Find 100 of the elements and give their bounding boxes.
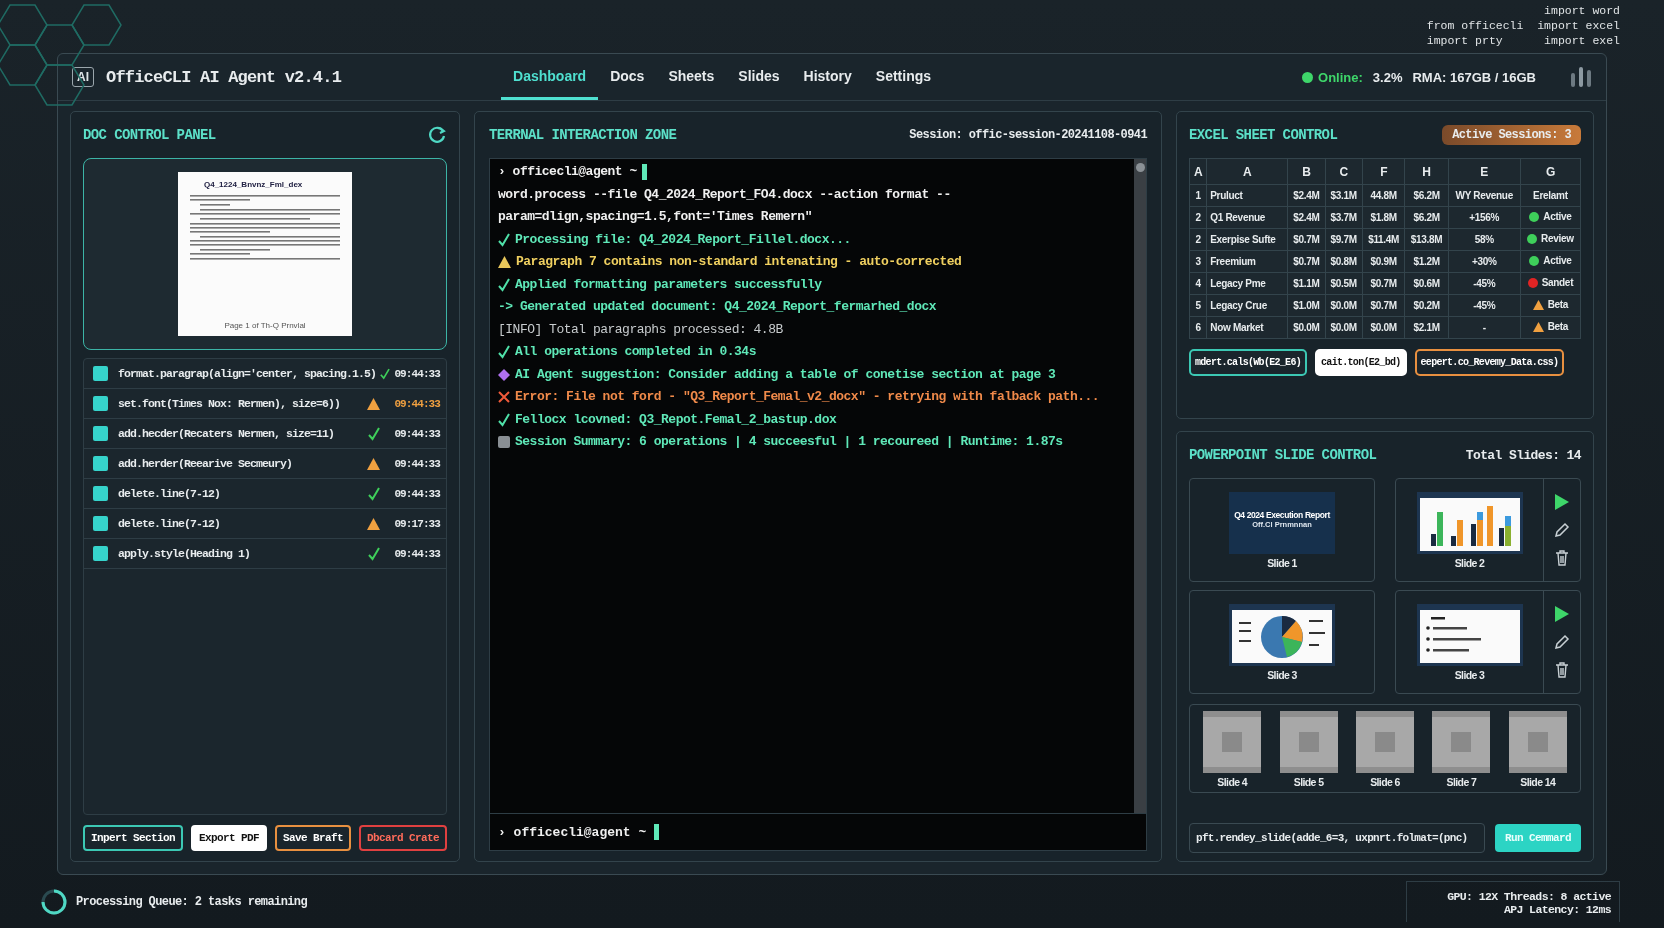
slide-label: Slide 6 (1370, 776, 1400, 788)
operation-time: 09:44:33 (393, 487, 440, 500)
queue-status: Processing Queue: 2 tasks remaining (76, 894, 308, 909)
table-cell: $0.5M (1325, 272, 1363, 295)
status-label: Sandet (1541, 277, 1574, 289)
terminal-line: Processing file: Q4_2024_Report_Fillel.docx... (515, 230, 851, 249)
operation-time: 09:44:33 (393, 397, 440, 410)
nav-tab[interactable]: Docs (598, 54, 657, 100)
table-cell: 5 (1189, 294, 1207, 317)
text-cursor (641, 164, 647, 181)
operation-time: 09:44:33 (393, 547, 440, 560)
operation-time: 09:17:33 (393, 517, 440, 530)
table-cell: $0.0M (1325, 316, 1363, 339)
terminal-line: Fellocx lcovned: Q3_Repot.Femal_2_bastup.dox (515, 410, 837, 429)
play-icon[interactable] (1555, 494, 1569, 510)
trash-icon[interactable] (1555, 550, 1569, 566)
action-button[interactable]: Save Braft (274, 825, 351, 851)
table-cell: $1.8M (1362, 206, 1405, 229)
trash-icon[interactable] (1555, 662, 1569, 678)
table-cell: 3 (1189, 250, 1207, 273)
logo-icon: AI (72, 67, 94, 87)
action-button[interactable]: Inpert Section (83, 825, 183, 851)
terminal-line: -> Generated updated document: Q4_2024_Report_fermarhed_docx (498, 298, 937, 316)
warning-icon (367, 457, 380, 470)
table-cell: $0.2M (1404, 294, 1449, 317)
slide-heading: Q4 2024 Execution Report (1234, 509, 1330, 520)
slide-card[interactable]: Slide 3 (1395, 590, 1581, 694)
check-icon (498, 412, 510, 427)
spinner-icon (40, 887, 68, 916)
table-cell: Now Market (1206, 316, 1288, 339)
slide-label: Slide 3 (1267, 668, 1297, 681)
operation-time: 09:44:33 (393, 457, 440, 470)
page-footer: Page 1 of Th-Q Prnvlal (224, 321, 306, 330)
warning-icon (498, 256, 511, 269)
table-cell: $0.0M (1325, 294, 1363, 317)
operation-command: set.font(Times Nox: Rermen), size=6)) (118, 397, 342, 410)
terminal-line: Error: File not ford - "Q3_Report_Femal_v2_docx" - retrying with falback path... (515, 388, 1100, 406)
table-cell: $1.2M (1404, 250, 1449, 273)
status-label: Active (1543, 211, 1572, 223)
command-input[interactable]: › officecli@agent ~ (489, 813, 1147, 851)
action-button[interactable]: Dbcard Crate (358, 825, 447, 851)
nav-tab[interactable]: History (791, 54, 864, 100)
formula-button[interactable]: mdert.cals(Wb(E2_E6) (1189, 349, 1308, 376)
table-cell: $1.0M (1287, 294, 1326, 317)
status-label: Beta (1547, 299, 1569, 311)
terminal-line: All operations completed in 0.34s (515, 343, 756, 361)
app-title: OfficeCLI AI Agent v2.4.1 (106, 67, 342, 87)
slide-card[interactable]: Slide 3 (1189, 590, 1375, 694)
column-header: F (1362, 158, 1405, 185)
pencil-icon[interactable] (1554, 634, 1570, 650)
slide-card[interactable]: Slide 2 (1395, 478, 1581, 582)
scrollbar[interactable] (1134, 159, 1146, 813)
nav-tab[interactable]: Settings (863, 54, 944, 100)
nav-tab[interactable]: Slides (726, 54, 792, 100)
table-cell: $0.7M (1362, 272, 1405, 295)
column-header: E (1448, 158, 1521, 185)
operation-command: add.herder(Reearive Secmeury) (118, 457, 294, 470)
table-cell: $6.2M (1404, 206, 1449, 229)
operation-time: 09:44:33 (393, 427, 440, 440)
check-icon (368, 486, 380, 501)
formula-button[interactable]: cait.ton(E2_bd) (1315, 349, 1407, 376)
slide-label: Slide 7 (1446, 776, 1477, 788)
play-icon[interactable] (1555, 606, 1569, 622)
panel-title: DOC CONTROL PANEL (83, 127, 216, 143)
table-cell: $1.1M (1287, 272, 1326, 295)
table-cell: Exerpise Sufte (1206, 228, 1288, 251)
formula-button[interactable]: eepert.co_Revemy_Data.css) (1414, 349, 1565, 376)
column-header: H (1404, 158, 1449, 185)
warning-icon (367, 397, 380, 410)
table-cell: -45% (1448, 294, 1521, 317)
check-icon (380, 366, 390, 381)
column-header: C (1325, 158, 1363, 185)
refresh-icon[interactable] (427, 125, 447, 145)
table-cell: 6 (1189, 316, 1207, 339)
pencil-icon[interactable] (1554, 522, 1570, 538)
table-cell: Freemium (1206, 250, 1288, 273)
diamond-icon (498, 368, 510, 381)
signal-bars-icon (1570, 65, 1592, 89)
action-button[interactable]: Export PDF (191, 825, 267, 851)
text-cursor (654, 824, 660, 840)
nav-tab[interactable]: Dashboard (501, 54, 599, 100)
slide-label: Slide 2 (1454, 556, 1485, 569)
terminal-line: AI Agent suggestion: Consider adding a table of conetise section at page 3 (515, 365, 1056, 384)
operation-marker-icon (93, 366, 108, 381)
status-label: Erelamt (1533, 190, 1568, 201)
nav-tab[interactable]: Sheets (656, 54, 727, 100)
slide-label: Slide 14 (1520, 776, 1556, 788)
table-cell: $0.7M (1287, 228, 1326, 251)
table-cell: 4 (1189, 272, 1207, 295)
terminal-line: word.process --file Q4_2024_Report_FO4.docx --action format --param=dlign,spacing=1.5,font='Times Remern" (498, 185, 952, 226)
table-cell: $13.8M (1404, 228, 1449, 251)
column-header: A (1189, 158, 1207, 185)
command-field[interactable]: pft.rendey_slide(adde_6=3, uxpnrt.folmat=(pnc) (1189, 823, 1485, 853)
table-cell: $3.1M (1325, 184, 1363, 207)
table-cell: $2.4M (1287, 206, 1326, 229)
column-header: A (1206, 158, 1288, 185)
terminal-line: Paragraph 7 contains non-standard intenating - auto-corrected (516, 253, 962, 271)
operation-command: add.hecder(Recaters Nermen, size=11) (118, 427, 336, 440)
operation-marker-icon (93, 396, 108, 411)
check-icon (368, 426, 380, 441)
